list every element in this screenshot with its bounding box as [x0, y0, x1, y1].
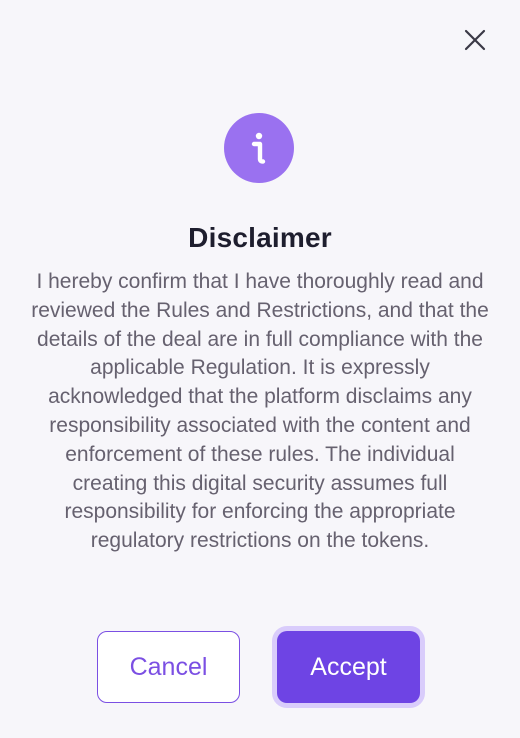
cancel-button[interactable]: Cancel	[97, 631, 240, 703]
close-icon	[464, 29, 486, 51]
info-badge	[224, 113, 294, 183]
info-icon	[251, 132, 266, 164]
dialog-title: Disclaimer	[188, 222, 332, 253]
disclaimer-dialog: Disclaimer I hereby confirm that I have …	[0, 0, 520, 738]
disclaimer-text: I hereby confirm that I have thoroughly …	[31, 270, 489, 553]
close-button[interactable]	[461, 26, 489, 54]
accept-button[interactable]: Accept	[277, 631, 420, 703]
